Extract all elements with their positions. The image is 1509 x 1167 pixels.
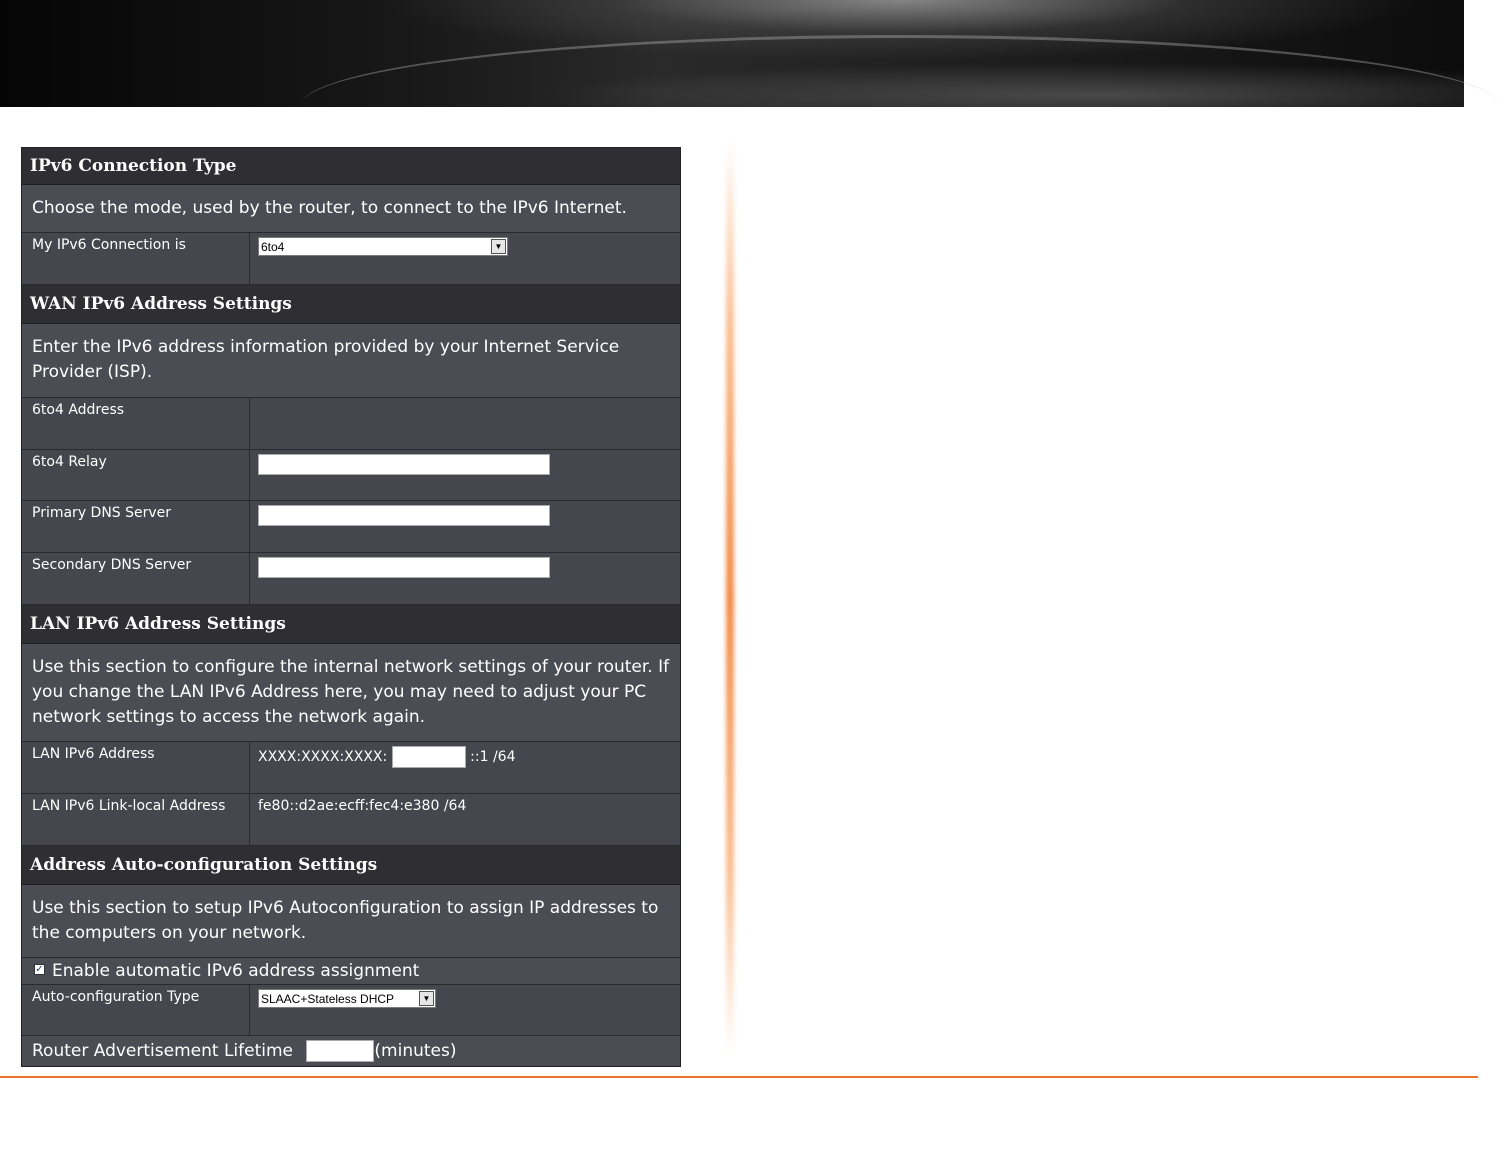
vertical-glow-divider — [726, 140, 734, 1055]
primary-dns-cell — [250, 501, 680, 552]
lan-address-cell: XXXX:XXXX:XXXX: ::1 /64 — [250, 742, 680, 793]
secondary-dns-row: Secondary DNS Server — [22, 553, 680, 605]
autoconfig-description: Use this section to setup IPv6 Autoconfi… — [22, 885, 680, 958]
bottom-rule — [0, 1076, 1478, 1078]
lan-address-input[interactable] — [391, 746, 466, 768]
secondary-dns-cell — [250, 553, 680, 604]
header-banner — [0, 0, 1500, 107]
primary-dns-label: Primary DNS Server — [22, 501, 250, 552]
autoconfig-type-row: Auto-configuration Type SLAAC+Stateless … — [22, 985, 680, 1036]
my-connection-row: My IPv6 Connection is 6to4 ▼ — [22, 233, 680, 285]
wan-relay-cell — [250, 450, 680, 500]
lan-address-label: LAN IPv6 Address — [22, 742, 250, 793]
wan-relay-label: 6to4 Relay — [22, 450, 250, 500]
lifetime-row: Router Advertisement Lifetime (minutes) — [22, 1036, 680, 1066]
connection-type-select[interactable]: 6to4 ▼ — [258, 237, 508, 256]
ipv6-settings-panel: IPv6 Connection Type Choose the mode, us… — [21, 147, 681, 1067]
autoconfig-type-select-value: SLAAC+Stateless DHCP — [261, 991, 395, 1006]
secondary-dns-input[interactable] — [258, 557, 550, 578]
section-title-wan: WAN IPv6 Address Settings — [22, 285, 680, 324]
wan-relay-row: 6to4 Relay — [22, 450, 680, 501]
wan-description: Enter the IPv6 address information provi… — [22, 324, 680, 398]
checkbox-checked-icon[interactable]: ✓ — [34, 964, 45, 975]
primary-dns-row: Primary DNS Server — [22, 501, 680, 553]
link-local-row: LAN IPv6 Link-local Address fe80::d2ae:e… — [22, 794, 680, 846]
link-local-value: fe80::d2ae:ecff:fec4:e380 /64 — [258, 798, 467, 814]
relay-input[interactable] — [258, 454, 550, 475]
connection-type-description: Choose the mode, used by the router, to … — [22, 185, 680, 233]
lifetime-input[interactable] — [306, 1040, 375, 1062]
wan-address-label: 6to4 Address — [22, 398, 250, 449]
section-title-autoconfig: Address Auto-configuration Settings — [22, 846, 680, 885]
wan-address-value — [250, 398, 680, 449]
chevron-down-icon[interactable]: ▼ — [491, 239, 506, 254]
my-connection-cell: 6to4 ▼ — [250, 233, 680, 284]
lifetime-label: Router Advertisement Lifetime — [32, 1041, 293, 1061]
connection-type-select-value: 6to4 — [261, 239, 285, 254]
secondary-dns-label: Secondary DNS Server — [22, 553, 250, 604]
enable-autoconfig-label: Enable automatic IPv6 address assignment — [52, 961, 420, 981]
lan-description: Use this section to configure the intern… — [22, 644, 680, 742]
autoconfig-type-select[interactable]: SLAAC+Stateless DHCP ▼ — [258, 989, 436, 1008]
autoconfig-type-label: Auto-configuration Type — [22, 985, 250, 1035]
section-title-connection-type: IPv6 Connection Type — [22, 148, 680, 185]
primary-dns-input[interactable] — [258, 505, 550, 526]
lan-address-row: LAN IPv6 Address XXXX:XXXX:XXXX: ::1 /64 — [22, 742, 680, 794]
lan-address-suffix: ::1 /64 — [470, 749, 516, 765]
autoconfig-type-cell: SLAAC+Stateless DHCP ▼ — [250, 985, 680, 1035]
lifetime-unit: (minutes) — [374, 1041, 457, 1061]
enable-autoconfig-row: ✓ Enable automatic IPv6 address assignmen… — [22, 958, 680, 985]
chevron-down-icon[interactable]: ▼ — [419, 991, 434, 1006]
section-title-lan: LAN IPv6 Address Settings — [22, 605, 680, 644]
lan-address-prefix: XXXX:XXXX:XXXX: — [258, 749, 388, 765]
link-local-label: LAN IPv6 Link-local Address — [22, 794, 250, 845]
wan-address-row: 6to4 Address — [22, 398, 680, 450]
my-connection-label: My IPv6 Connection is — [22, 233, 250, 284]
